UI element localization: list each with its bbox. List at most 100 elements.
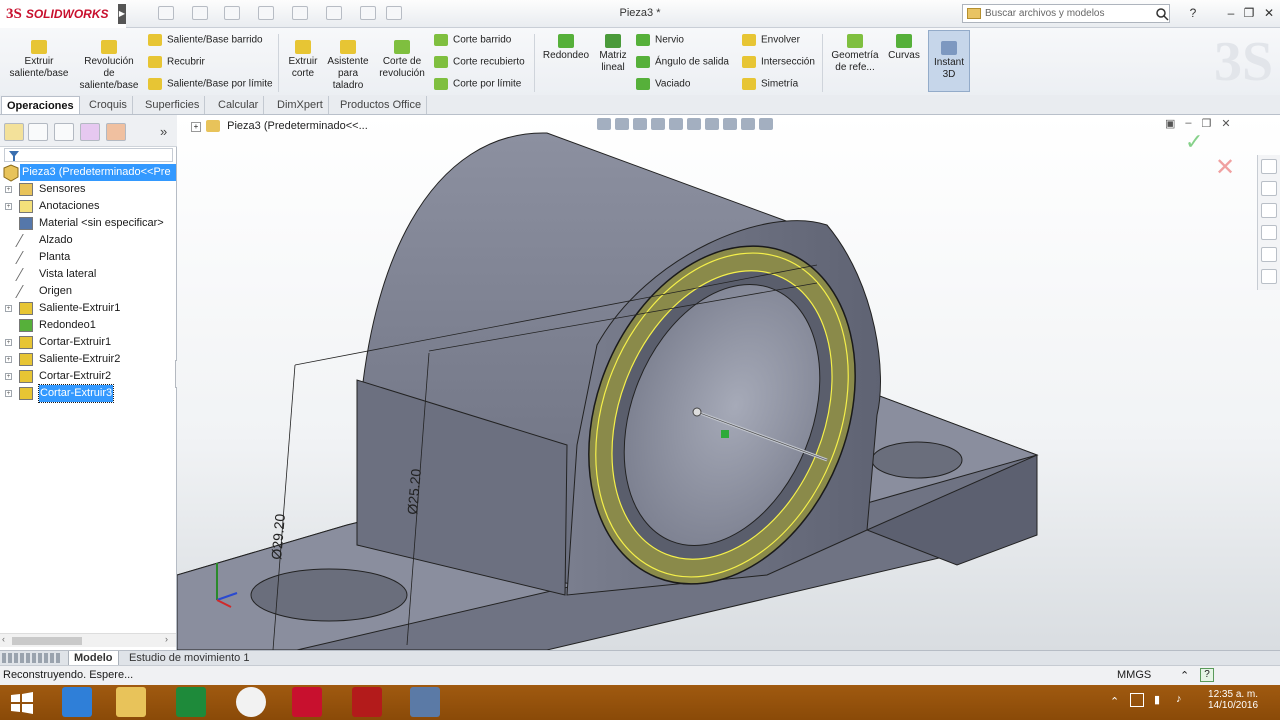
tree-item[interactable]: + Anotaciones (0, 198, 177, 215)
loft-button[interactable]: Recubrir (148, 56, 205, 68)
tree-root-part[interactable]: Pieza3 (Predeterminado<<Pre (20, 164, 176, 181)
view-orientation-icon[interactable] (669, 118, 683, 130)
rib-button[interactable]: Nervio (636, 34, 684, 46)
tree-expand-icon[interactable]: + (5, 373, 12, 380)
tab-navigation-icon[interactable] (2, 653, 62, 663)
tray-notification-icon[interactable] (1130, 693, 1144, 707)
help-icon[interactable]: ? (1184, 4, 1202, 22)
excel-icon[interactable] (176, 687, 206, 717)
tree-item[interactable]: Planta (0, 249, 177, 266)
tree-item[interactable]: + Sensores (0, 181, 177, 198)
appearances-icon[interactable] (1261, 247, 1277, 262)
network-icon[interactable]: ▮ (1154, 693, 1160, 706)
tab-superficies[interactable]: Superficies (140, 96, 206, 114)
custom-properties-icon[interactable] (1261, 269, 1277, 284)
system-clock[interactable]: 12:35 a. m. 14/10/2016 (1208, 689, 1258, 711)
section-view-icon[interactable] (651, 118, 665, 130)
solidworks-taskbar-icon[interactable] (292, 687, 322, 717)
instant3d-button[interactable]: Instant 3D (928, 30, 970, 92)
tab-dimxpert[interactable]: DimXpert (272, 96, 329, 114)
tree-item[interactable]: + Cortar-Extruir1 (0, 334, 177, 351)
zoom-to-area-icon[interactable] (615, 118, 629, 130)
tree-expand-icon[interactable]: + (5, 186, 12, 193)
viewport-tile-icon[interactable]: ▣ (1165, 117, 1175, 130)
scroll-right-icon[interactable]: › (165, 634, 168, 644)
linear-pattern-button[interactable]: Matriz lineal (596, 34, 630, 74)
lofted-cut-button[interactable]: Corte recubierto (434, 56, 525, 68)
fillet-button[interactable]: Redondeo (540, 34, 592, 62)
search-box[interactable]: Buscar archivos y modelos (962, 4, 1170, 23)
file-explorer-icon[interactable] (1261, 203, 1277, 218)
property-manager-tab-icon[interactable] (28, 123, 48, 141)
search-icon[interactable] (1155, 7, 1169, 21)
tree-item[interactable]: Redondeo1 (0, 317, 177, 334)
scroll-left-icon[interactable]: ‹ (2, 634, 5, 644)
unit-dropdown-icon[interactable]: ⌃ (1180, 669, 1189, 682)
tree-item[interactable]: Vista lateral (0, 266, 177, 283)
swept-cut-button[interactable]: Corte barrido (434, 34, 511, 46)
tree-expand-icon[interactable]: + (5, 339, 12, 346)
file-explorer-taskbar-icon[interactable] (116, 687, 146, 717)
extruded-cut-button[interactable]: Extruir corte (284, 40, 322, 80)
unit-system[interactable]: MMGS (1117, 669, 1151, 681)
part-model-3d[interactable]: Ø29.20 Ø25.20 (177, 115, 1280, 650)
tree-item[interactable]: + Saliente-Extruir2 (0, 351, 177, 368)
recorder-icon[interactable] (410, 687, 440, 717)
curves-button[interactable]: Curvas (884, 34, 924, 62)
tree-expand-icon[interactable]: + (5, 203, 12, 210)
boundary-boss-button[interactable]: Saliente/Base por límite (148, 78, 273, 90)
display-style-icon[interactable] (687, 118, 701, 130)
viewport-tree-path[interactable]: + Pieza3 (Predeterminado<<... (191, 120, 368, 133)
view-settings-icon[interactable] (759, 118, 773, 130)
edit-appearance-icon[interactable] (723, 118, 737, 130)
viewport-close-icon[interactable]: ✕ (1221, 117, 1230, 130)
tab-productos-office[interactable]: Productos Office (335, 96, 428, 114)
minimize-icon[interactable]: – (1222, 4, 1240, 22)
tab-estudio-movimiento[interactable]: Estudio de movimiento 1 (124, 651, 254, 666)
revolve-boss-button[interactable]: Revolución de saliente/base (78, 40, 140, 92)
close-icon[interactable]: ✕ (1260, 4, 1278, 22)
tree-expand-icon[interactable]: + (5, 305, 12, 312)
wrap-button[interactable]: Envolver (742, 34, 800, 46)
intersect-button[interactable]: Intersección (742, 56, 815, 68)
tree-item[interactable]: Origen (0, 283, 177, 300)
restore-icon[interactable]: ❐ (1240, 4, 1258, 22)
tab-modelo[interactable]: Modelo (68, 651, 119, 666)
revolved-cut-button[interactable]: Corte de revolución (376, 40, 428, 80)
tab-operaciones[interactable]: Operaciones (1, 96, 80, 114)
tab-croquis[interactable]: Croquis (84, 96, 133, 114)
scroll-thumb[interactable] (12, 637, 82, 645)
tree-horizontal-scrollbar[interactable]: ‹ › (0, 633, 176, 647)
viewport-expand-icon[interactable]: + (191, 122, 201, 132)
solidworks-resources-icon[interactable] (1261, 159, 1277, 174)
tree-item[interactable]: + Saliente-Extruir1 (0, 300, 177, 317)
swept-boss-button[interactable]: Saliente/Base barrido (148, 34, 263, 46)
internet-explorer-icon[interactable] (62, 687, 92, 717)
chrome-icon[interactable] (236, 687, 266, 717)
display-manager-tab-icon[interactable] (106, 123, 126, 141)
windows-start-icon[interactable] (10, 691, 34, 715)
tree-expand-icon[interactable]: + (5, 356, 12, 363)
expand-panel-icon[interactable]: » (160, 124, 167, 139)
search-input[interactable]: Buscar archivos y modelos (985, 8, 1151, 19)
zoom-to-fit-icon[interactable] (597, 118, 611, 130)
previous-view-icon[interactable] (633, 118, 647, 130)
help-status-icon[interactable]: ? (1200, 668, 1214, 682)
hide-show-items-icon[interactable] (705, 118, 719, 130)
extrude-boss-button[interactable]: Extruir saliente/base (6, 40, 72, 80)
volume-icon[interactable]: ♪ (1176, 693, 1182, 705)
feature-manager-tab-icon[interactable] (4, 123, 24, 141)
graphics-area[interactable]: Ø29.20 Ø25.20 + Pieza3 (Predeterminado<<… (177, 115, 1280, 650)
view-palette-icon[interactable] (1261, 225, 1277, 240)
confirm-ok-icon[interactable]: ✓ (1185, 129, 1203, 155)
tab-calcular[interactable]: Calcular (213, 96, 265, 114)
tree-item[interactable]: Alzado (0, 232, 177, 249)
dimxpert-manager-tab-icon[interactable] (80, 123, 100, 141)
mirror-button[interactable]: Simetría (742, 78, 798, 90)
tree-item[interactable]: Material <sin especificar> (0, 215, 177, 232)
tree-filter-input[interactable] (4, 148, 173, 162)
draft-button[interactable]: Ángulo de salida (636, 56, 729, 68)
reference-geometry-button[interactable]: Geometría de refe... (828, 34, 882, 74)
tree-expand-icon[interactable]: + (5, 390, 12, 397)
tray-arrow-icon[interactable]: ⌃ (1110, 695, 1119, 708)
